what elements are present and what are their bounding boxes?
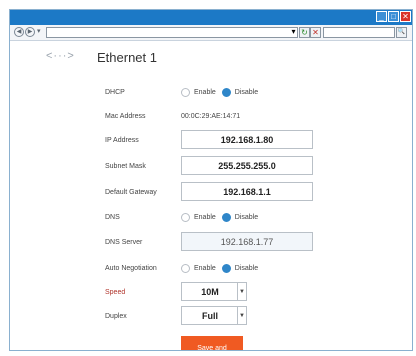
minimize-button[interactable]: _: [376, 11, 387, 22]
page-title: Ethernet 1: [97, 50, 157, 65]
dns-enable-label: Enable: [194, 214, 216, 221]
dns-enable-radio[interactable]: [181, 213, 190, 222]
subnet-mask-input[interactable]: 255.255.255.0: [181, 156, 313, 175]
auto-negotiation-label: Auto Negotiation: [105, 265, 157, 272]
ip-label: IP Address: [105, 137, 139, 144]
autoneg-enable-label: Enable: [194, 265, 216, 272]
dns-label: DNS: [105, 214, 120, 221]
dns-radio-group: Enable Disable: [181, 213, 264, 222]
maximize-button[interactable]: □: [388, 11, 399, 22]
autoneg-disable-label: Disable: [234, 265, 259, 272]
search-input[interactable]: [323, 27, 395, 38]
refresh-icon[interactable]: ↻: [299, 27, 310, 38]
address-bar[interactable]: [46, 27, 298, 38]
default-gateway-input[interactable]: 192.168.1.1: [181, 182, 313, 201]
dns-disable-label: Disable: [234, 214, 259, 221]
dhcp-enable-label: Enable: [194, 89, 216, 96]
duplex-value: Full: [202, 310, 218, 321]
dhcp-radio-group: Enable Disable: [181, 88, 264, 97]
page-content: <···> Ethernet 1 DHCP Enable Disable Mac…: [10, 41, 412, 350]
mac-label: Mac Address: [105, 113, 146, 120]
subnet-label: Subnet Mask: [105, 163, 146, 170]
autoneg-enable-radio[interactable]: [181, 264, 190, 273]
browser-toolbar: ◀ ▶ ▾ ▾ ↻ ✕ 🔍: [10, 25, 412, 41]
dhcp-enable-radio[interactable]: [181, 88, 190, 97]
dns-server-label: DNS Server: [105, 239, 143, 246]
address-dropdown-icon[interactable]: ▾: [288, 27, 299, 38]
autoneg-disable-radio[interactable]: [221, 264, 231, 273]
close-button[interactable]: ✕: [400, 11, 411, 22]
speed-label: Speed: [105, 289, 126, 296]
speed-select[interactable]: 10M ▼: [181, 282, 247, 301]
dns-disable-radio[interactable]: [221, 213, 231, 222]
ip-address-input[interactable]: 192.168.1.80: [181, 130, 313, 149]
history-dropdown-icon[interactable]: ▾: [37, 27, 41, 35]
forward-button[interactable]: ▶: [25, 27, 35, 37]
auto-negotiation-radio-group: Enable Disable: [181, 264, 264, 273]
search-icon[interactable]: 🔍: [396, 27, 407, 38]
back-link-icon[interactable]: <···>: [46, 50, 75, 62]
dhcp-disable-radio[interactable]: [221, 88, 231, 97]
gateway-label: Default Gateway: [105, 189, 157, 196]
dhcp-disable-label: Disable: [234, 89, 259, 96]
chevron-down-icon[interactable]: ▼: [237, 307, 246, 324]
duplex-label: Duplex: [105, 313, 127, 320]
save-and-reboot-button[interactable]: Save and Reboot: [181, 336, 243, 350]
back-button[interactable]: ◀: [14, 27, 24, 37]
dns-server-input[interactable]: 192.168.1.77: [181, 232, 313, 251]
stop-icon[interactable]: ✕: [310, 27, 321, 38]
duplex-select[interactable]: Full ▼: [181, 306, 247, 325]
window-controls: _ □ ✕: [376, 11, 411, 22]
mac-value: 00:0C:29:AE:14:71: [181, 113, 241, 120]
chevron-down-icon[interactable]: ▼: [237, 283, 246, 300]
title-bar: _ □ ✕: [10, 10, 412, 25]
browser-window: _ □ ✕ ◀ ▶ ▾ ▾ ↻ ✕ 🔍 <···> Ethernet 1 DHC…: [9, 9, 413, 351]
speed-value: 10M: [201, 286, 219, 297]
dhcp-label: DHCP: [105, 89, 125, 96]
